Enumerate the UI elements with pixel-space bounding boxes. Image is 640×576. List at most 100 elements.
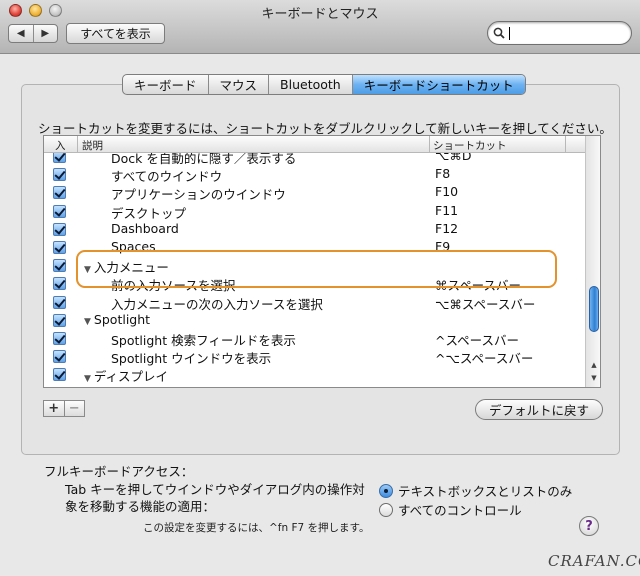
disclosure-triangle-icon[interactable]: ▼ [84,317,91,327]
back-button[interactable]: ◀ [9,25,33,42]
row-description: Dashboard [111,221,179,236]
search-field[interactable] [487,21,632,45]
row-description: すべてのウインドウ [111,166,222,185]
radio-button[interactable] [379,483,393,498]
tab-keyboard-shortcuts[interactable]: キーボードショートカット [351,75,525,94]
scroll-thumb[interactable] [589,286,599,332]
table-row[interactable]: デスクトップ F11 [44,202,585,222]
table-row[interactable]: ▼ ディスプレイ [44,365,585,385]
vertical-scrollbar[interactable]: ▲ ▼ [585,136,600,387]
scroll-up-arrow[interactable]: ▲ [589,360,599,370]
row-description: 入力メニューの次の入力ソースを選択 [111,294,323,313]
enable-checkbox[interactable] [53,295,66,309]
keyboard-access-hint: この設定を変更するには、^fn F7 を押します。 [143,522,370,534]
table-row[interactable]: Dashboard F12 [44,220,585,238]
radio-text-boxes-and-lists[interactable]: テキストボックスとリストのみ [379,481,572,500]
row-description-text: 入力メニュー [93,260,169,276]
row-description: Spotlight ウインドウを表示 [111,348,271,367]
row-description-text: すべてのウインドウ [111,169,223,185]
add-remove-control: + − [43,400,85,417]
table-row[interactable]: すべてのウインドウ F8 [44,165,585,185]
header-shortcut[interactable]: ショートカット [433,138,507,153]
show-all-button[interactable]: すべてを表示 [66,23,165,44]
radio-label[interactable]: テキストボックスとリストのみ [398,481,572,500]
enable-checkbox[interactable] [53,241,66,254]
row-shortcut[interactable]: F10 [435,184,458,199]
row-shortcut[interactable]: F12 [435,221,458,236]
row-description: デスクトップ [111,203,186,222]
enable-checkbox[interactable] [53,204,66,218]
row-description-text: ディスプレイ [93,369,169,385]
row-description-text: Spotlight [93,311,151,327]
row-description-text: Spaces [111,239,156,254]
radio-all-controls[interactable]: すべてのコントロール [379,500,522,519]
row-description-text: アプリケーションのウインドウ [111,187,286,203]
table-row[interactable]: Dock を自動的に隠す／表示する ⌥⌘D [44,153,585,166]
table-row[interactable]: Spaces F9 [44,238,585,256]
row-shortcut[interactable]: ^⌥スペースバー [435,348,533,367]
table-row[interactable]: Spotlight 検索フィールドを表示 ^スペースバー [44,329,585,349]
radio-button[interactable] [379,502,393,517]
header-divider [429,136,430,153]
enable-checkbox[interactable] [53,168,66,182]
table-header: 入 説明 ショートカット [44,136,585,153]
header-divider [565,136,566,153]
enable-checkbox[interactable] [53,332,66,345]
row-shortcut[interactable]: ^スペースバー [435,330,519,349]
row-description: ▼ ディスプレイ [84,366,168,385]
row-description-text: Dock を自動的に隠す／表示する [111,153,297,166]
shortcut-table: 入 説明 ショートカット Dock を自動的に隠す／表示する ⌥⌘D すべてのウイン… [43,135,601,388]
forward-button[interactable]: ▶ [32,25,58,42]
enable-checkbox[interactable] [53,313,66,327]
row-description-text: Dashboard [111,220,179,236]
restore-defaults-button[interactable]: デフォルトに戻す [475,399,603,420]
tab-bluetooth[interactable]: Bluetooth [268,75,352,94]
table-row[interactable]: ▼ Spotlight [44,311,585,329]
row-description-text: 入力メニューの次の入力ソースを選択 [111,296,323,312]
row-shortcut[interactable]: F9 [435,239,450,254]
enable-checkbox[interactable] [53,259,66,273]
enable-checkbox[interactable] [53,386,66,387]
enable-checkbox[interactable] [53,350,66,364]
table-row[interactable]: 前の入力ソースを選択 ⌘スペースバー [44,274,585,294]
row-description: ▼ Spotlight [84,312,150,327]
table-row[interactable]: ▼ 入力メニュー [44,256,585,276]
watermark-logo: CRAFAN.COM [548,552,640,570]
back-forward-control: ◀ ▶ [8,24,58,43]
add-button[interactable]: + [44,401,64,416]
row-shortcut[interactable]: ⌥⌘スペースバー [435,294,535,313]
row-description: ▼ 入力メニュー [84,257,169,276]
row-description-text: Spotlight ウインドウを表示 [111,351,272,367]
table-body: Dock を自動的に隠す／表示する ⌥⌘D すべてのウインドウ F8 アプリケーションの… [44,153,585,387]
table-row[interactable]: ディスプレイの輝度を下げる F14 [44,384,585,387]
enable-checkbox[interactable] [53,368,66,382]
remove-button[interactable]: − [63,401,85,416]
row-description: 前の入力ソースを選択 [111,275,235,294]
table-row[interactable]: 入力メニューの次の入力ソースを選択 ⌥⌘スペースバー [44,293,585,313]
radio-label[interactable]: すべてのコントロール [398,500,522,519]
row-description-text: デスクトップ [111,205,187,221]
enable-checkbox[interactable] [53,277,66,291]
row-shortcut[interactable]: F11 [435,203,458,218]
table-row[interactable]: Spotlight ウインドウを表示 ^⌥スペースバー [44,347,585,367]
row-shortcut[interactable]: ⌘スペースバー [435,275,521,294]
table-row[interactable]: アプリケーションのウインドウ F10 [44,183,585,203]
title-bar: キーボードとマウス ◀ ▶ すべてを表示 [0,0,640,54]
header-description[interactable]: 説明 [82,138,103,153]
header-divider [77,136,78,153]
row-description-text: Spotlight 検索フィールドを表示 [111,333,296,348]
scroll-down-arrow[interactable]: ▼ [589,373,599,383]
enable-checkbox[interactable] [53,222,66,236]
enable-checkbox[interactable] [53,186,66,200]
row-shortcut[interactable]: F8 [435,166,450,181]
enable-checkbox[interactable] [53,153,66,163]
help-button[interactable]: ? [579,516,599,536]
header-on[interactable]: 入 [55,138,66,153]
row-shortcut[interactable]: ⌥⌘D [435,153,472,163]
window-title: キーボードとマウス [261,7,379,22]
row-shortcut[interactable]: F14 [435,385,458,387]
tab-keyboard[interactable]: キーボード [123,75,208,94]
keyboard-access-description: Tab キーを押してウインドウやダイアログ内の操作対象を移動する機能の適用： [65,482,365,514]
text-cursor [509,27,510,40]
tab-mouse[interactable]: マウス [207,75,269,94]
